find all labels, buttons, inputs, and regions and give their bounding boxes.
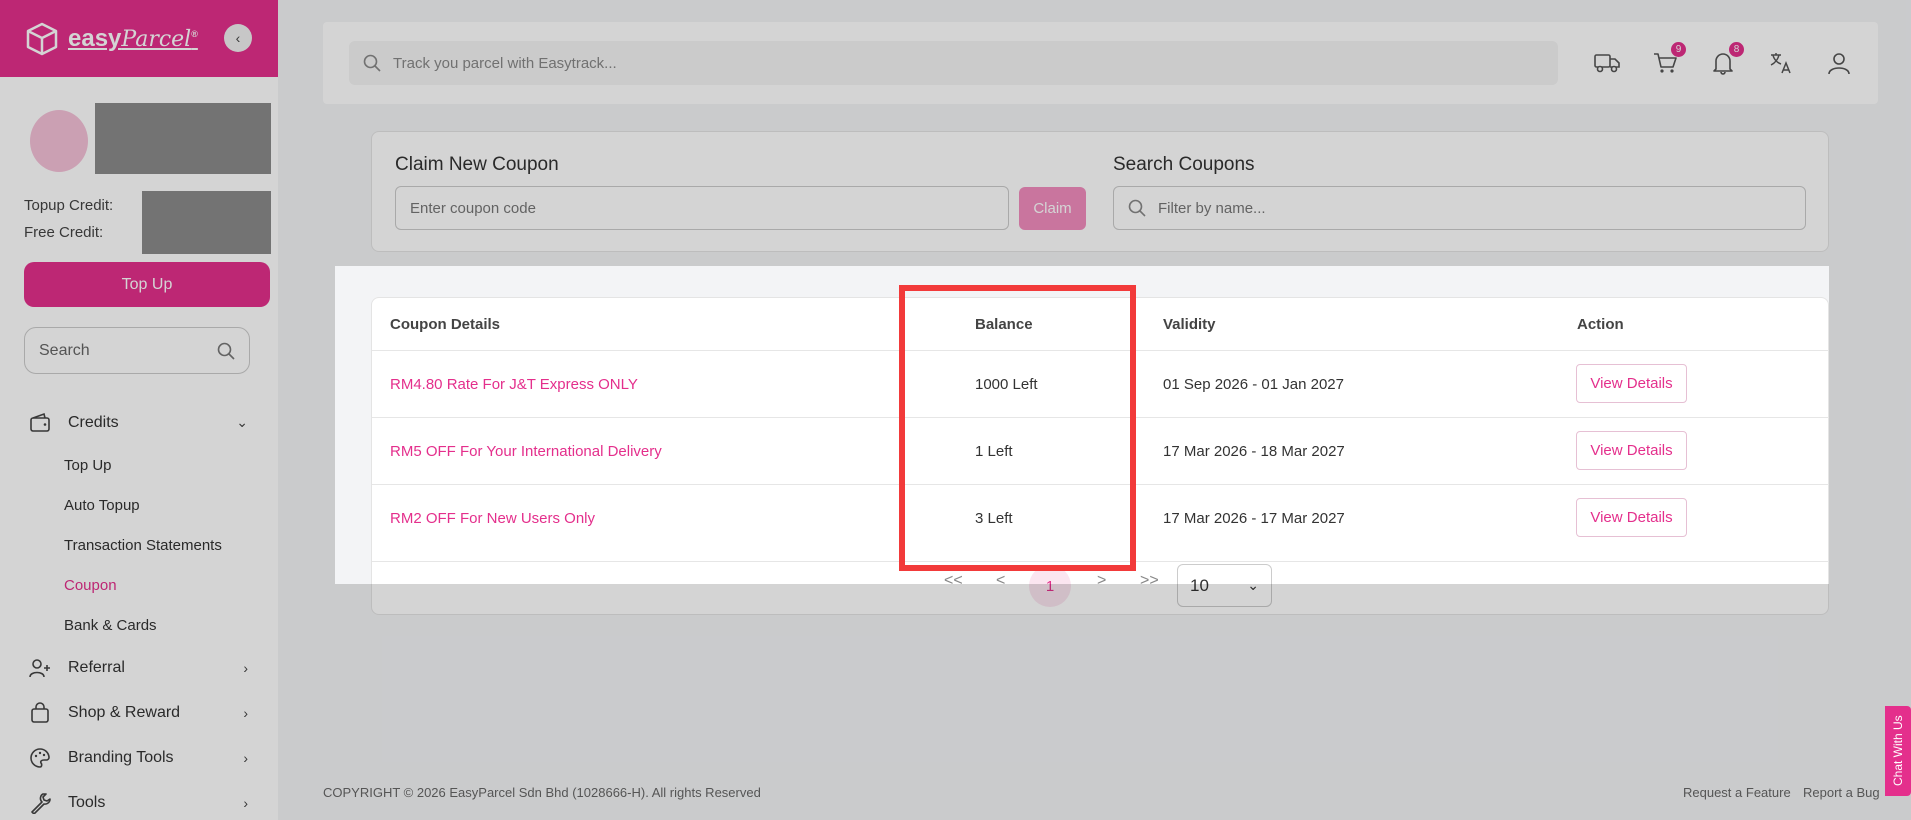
sidebar-item-branding-tools[interactable]: Branding Tools › (0, 735, 278, 780)
sidebar-subitem-transaction-statements[interactable]: Transaction Statements (0, 525, 278, 565)
notification-count-badge: 8 (1729, 42, 1744, 57)
sidebar-search-input[interactable]: Search (24, 327, 250, 374)
bell-icon[interactable]: 8 (1710, 42, 1744, 76)
sidebar-subitem-coupon[interactable]: Coupon (0, 565, 278, 605)
chevron-right-icon: › (243, 794, 248, 811)
wallet-icon (28, 411, 52, 435)
brand-name: easyParcel® (68, 24, 198, 52)
search-coupons-title: Search Coupons (1113, 154, 1255, 175)
coupon-code-placeholder: Enter coupon code (410, 199, 536, 217)
sidebar-item-credits[interactable]: Credits ⌄ (0, 400, 278, 445)
table-row: RM2 OFF For New Users Only 3 Left 17 Mar… (372, 484, 1829, 551)
sidebar-subitem-top-up[interactable]: Top Up (0, 445, 278, 485)
coupon-name-link[interactable]: RM2 OFF For New Users Only (390, 485, 595, 552)
track-parcel-input[interactable]: Track you parcel with Easytrack... (349, 41, 1558, 85)
claim-coupon-panel: Claim New Coupon Enter coupon code Claim… (371, 131, 1829, 252)
top-icons: 9 8 (1594, 42, 1852, 76)
chat-with-us-button[interactable]: Chat With Us (1885, 706, 1911, 796)
view-details-button[interactable]: View Details (1576, 498, 1687, 537)
chevron-down-icon: ⌄ (1247, 577, 1259, 593)
user-plus-icon (28, 656, 52, 680)
request-feature-link[interactable]: Request a Feature (1683, 785, 1791, 800)
search-icon (217, 342, 235, 360)
next-page-button[interactable]: > (1097, 572, 1106, 590)
wrench-icon (28, 791, 52, 815)
coupon-validity: 01 Sep 2026 - 01 Jan 2027 (1163, 376, 1344, 393)
redacted-credit-values (142, 191, 271, 254)
cart-count-badge: 9 (1671, 42, 1686, 57)
coupon-name-link[interactable]: RM4.80 Rate For J&T Express ONLY (390, 351, 638, 418)
claim-button[interactable]: Claim (1019, 187, 1086, 230)
search-icon (1128, 199, 1146, 217)
view-details-button[interactable]: View Details (1576, 364, 1687, 403)
pagination: << < 1 > >> 10 ⌄ (372, 561, 1829, 609)
search-coupons-placeholder: Filter by name... (1158, 199, 1266, 217)
claim-coupon-title: Claim New Coupon (395, 154, 559, 175)
sidebar-nav: Credits ⌄ Top Up Auto Topup Transaction … (0, 400, 278, 820)
chevron-right-icon: › (243, 704, 248, 721)
sidebar-item-shop-reward[interactable]: Shop & Reward › (0, 690, 278, 735)
track-placeholder: Track you parcel with Easytrack... (393, 54, 617, 72)
topup-button[interactable]: Top Up (24, 262, 270, 307)
prev-page-button[interactable]: < (996, 572, 1005, 590)
header-action: Action (1577, 316, 1624, 333)
sidebar-item-label: Referral (68, 658, 125, 676)
sidebar-search-placeholder: Search (39, 341, 90, 359)
header-coupon-details: Coupon Details (390, 316, 501, 333)
chevron-right-icon: › (243, 659, 248, 676)
coupon-balance: 1000 Left (975, 376, 1038, 393)
coupon-table: Coupon Details Balance Validity Action R… (371, 297, 1829, 615)
page-1-button[interactable]: 1 (1029, 565, 1071, 607)
view-details-button[interactable]: View Details (1576, 431, 1687, 470)
table-row: RM5 OFF For Your International Delivery … (372, 417, 1829, 484)
search-icon (363, 54, 381, 72)
coupon-name-link[interactable]: RM5 OFF For Your International Delivery (390, 418, 662, 485)
header-balance: Balance (975, 316, 1033, 333)
per-page-select[interactable]: 10 ⌄ (1177, 564, 1272, 607)
last-page-button[interactable]: >> (1140, 572, 1159, 590)
coupon-validity: 17 Mar 2026 - 17 Mar 2027 (1163, 510, 1345, 527)
sidebar-item-label: Credits (68, 413, 119, 431)
truck-icon[interactable] (1594, 50, 1620, 76)
collapse-sidebar-button[interactable]: ‹ (224, 24, 252, 52)
top-bar: Track you parcel with Easytrack... 9 8 (323, 22, 1878, 104)
palette-icon (28, 746, 52, 770)
sidebar: easyParcel® ‹ Topup Credit: Free Credit:… (0, 0, 278, 820)
chevron-down-icon: ⌄ (236, 414, 248, 430)
coupon-code-input[interactable]: Enter coupon code (395, 186, 1009, 230)
chevron-right-icon: › (243, 749, 248, 766)
coupon-balance: 3 Left (975, 510, 1013, 527)
dim-overlay-right (1829, 266, 1911, 584)
dim-overlay-bottom (0, 584, 1911, 820)
search-coupons-input[interactable]: Filter by name... (1113, 186, 1806, 230)
chevron-left-icon: ‹ (235, 30, 241, 46)
box-logo-icon (26, 22, 58, 55)
report-bug-link[interactable]: Report a Bug (1803, 785, 1880, 800)
header-validity: Validity (1163, 316, 1216, 333)
table-row: RM4.80 Rate For J&T Express ONLY 1000 Le… (372, 350, 1829, 417)
sidebar-item-label: Tools (68, 793, 106, 811)
translate-icon[interactable] (1768, 50, 1794, 76)
user-profile-icon[interactable] (1826, 50, 1852, 76)
brand-header: easyParcel® ‹ (0, 0, 278, 77)
redacted-profile-name (95, 103, 271, 174)
coupon-balance: 1 Left (975, 443, 1013, 460)
sidebar-item-label: Shop & Reward (68, 703, 181, 721)
easyparcel-logo[interactable]: easyParcel® (24, 21, 198, 57)
avatar[interactable] (30, 110, 88, 172)
first-page-button[interactable]: << (944, 572, 963, 590)
coupon-validity: 17 Mar 2026 - 18 Mar 2027 (1163, 443, 1345, 460)
sidebar-item-label: Branding Tools (68, 748, 174, 766)
sidebar-subitem-auto-topup[interactable]: Auto Topup (0, 485, 278, 525)
sidebar-item-tools[interactable]: Tools › (0, 780, 278, 820)
footer-copyright: COPYRIGHT © 2026 EasyParcel Sdn Bhd (102… (323, 785, 761, 800)
cart-icon[interactable]: 9 (1652, 42, 1686, 76)
per-page-value: 10 (1190, 575, 1209, 595)
shopping-bag-icon (28, 701, 52, 725)
sidebar-item-referral[interactable]: Referral › (0, 645, 278, 690)
topup-credit-label: Topup Credit: (24, 197, 114, 214)
free-credit-label: Free Credit: (24, 224, 104, 241)
sidebar-subitem-bank-cards[interactable]: Bank & Cards (0, 605, 278, 645)
